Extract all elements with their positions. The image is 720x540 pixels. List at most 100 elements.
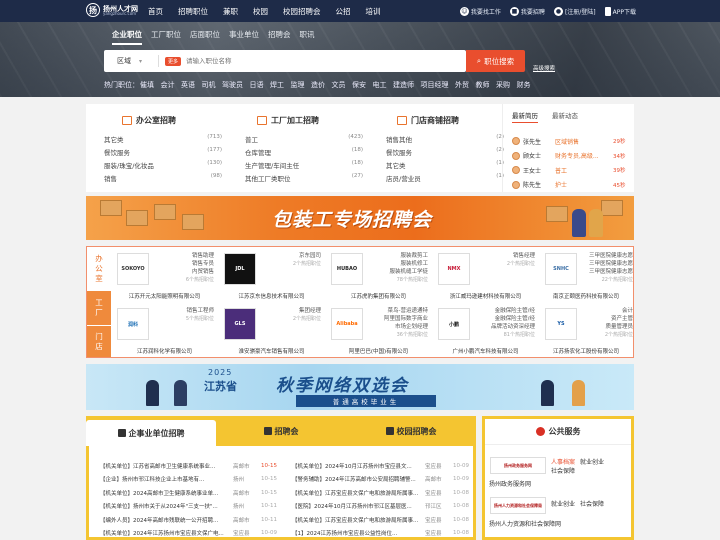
list-item[interactable]: 【机关单位】江苏宝应县文保广电和旅游局所属事... 宝应县 10-08 — [292, 513, 477, 527]
hot-job[interactable]: 司机 — [202, 80, 216, 90]
list-item[interactable]: 【医院】2024年10月江苏扬州市邗江区基层医... 邗江区 10-08 — [292, 500, 477, 514]
side-tab-office[interactable]: 办公室 — [87, 247, 111, 291]
category-item[interactable]: 其他工厂类职位 (27) — [245, 173, 363, 186]
category-item[interactable]: 服装/珠宝/化妆品 (130) — [104, 160, 222, 173]
company-card[interactable]: SOKOYO 销售助理 销售专员 内贸销售 6个热招职位 江苏开元太阳能照明有限公司 — [111, 247, 218, 302]
tab-enterprise[interactable]: 企业职位 — [112, 29, 142, 45]
category-item[interactable]: 其它类 (1) — [386, 160, 504, 173]
tab-institution-jobs[interactable]: 企事业单位招聘 — [86, 420, 216, 446]
hot-job[interactable]: 外贸 — [455, 80, 469, 90]
hot-job[interactable]: 采购 — [496, 80, 510, 90]
service-link[interactable]: 社会保障 — [580, 501, 604, 508]
hot-job[interactable]: 监理 — [291, 80, 305, 90]
category-title[interactable]: 门店商铺招聘 — [411, 115, 459, 126]
autumn-fair-banner[interactable]: 2025 江苏省 秋季网络双选会 普通高校毕业生 — [86, 364, 634, 410]
nav-campus-fair[interactable]: 校园招聘会 — [283, 6, 321, 17]
hot-job[interactable]: 财务 — [517, 80, 531, 90]
nav-training[interactable]: 培训 — [366, 6, 381, 17]
list-item[interactable]: 【警务辅助】2024年江苏高邮市公安局招聘辅警... 高邮市 10-09 — [292, 473, 477, 487]
service-link[interactable]: 就业创业 — [580, 459, 604, 466]
list-item[interactable]: 王女士 普工 39秒 — [512, 163, 632, 178]
gov-service-logo[interactable]: 扬州政务服务网 — [490, 457, 546, 474]
app-download-link[interactable]: APP下载 — [604, 6, 636, 16]
tab-latest-resume[interactable]: 最新简历 — [512, 110, 538, 123]
category-title[interactable]: 办公室招聘 — [136, 115, 176, 126]
tab-store[interactable]: 店面职位 — [190, 29, 220, 45]
advanced-search-link[interactable]: 高级搜索 — [533, 64, 555, 72]
category-item[interactable]: 普工 (423) — [245, 134, 363, 147]
category-item[interactable]: 店员/营业员 (1) — [386, 173, 504, 186]
list-item[interactable]: 陈先生 护士 45秒 — [512, 178, 632, 193]
company-card[interactable]: JDL 京东园司 2个热招职位 江苏京东信息技术有限公司 — [218, 247, 325, 302]
list-item[interactable]: 【机关单位】2024年10月江苏扬州市宝应县文... 宝应县 10-09 — [292, 459, 477, 473]
company-card[interactable]: SNHC 三甲医院健康志愿 三甲医院健康志愿 三甲医院健康志愿 22个热招职位 南京正… — [539, 247, 633, 302]
list-item[interactable]: 张先生 区域销售 29秒 — [512, 134, 632, 149]
category-item[interactable]: 生产管理/车间主任 (18) — [245, 160, 363, 173]
tab-factory[interactable]: 工厂职位 — [151, 29, 181, 45]
category-item[interactable]: 销售 (98) — [104, 173, 222, 186]
hot-job[interactable]: 驾驶员 — [222, 80, 243, 90]
tab-latest-news[interactable]: 最新动态 — [552, 110, 578, 123]
service-name[interactable]: 扬州政务服务网 — [489, 479, 531, 488]
nav-campus[interactable]: 校园 — [253, 6, 268, 17]
hot-job[interactable]: 造价 — [311, 80, 325, 90]
city-select[interactable]: 区域 ▾ — [104, 55, 159, 67]
list-item[interactable]: 【机关单位】扬州市关于从2024年"三支一扶"... 扬州 10-11 — [100, 500, 285, 514]
tab-campus-fair[interactable]: 校园招聘会 — [346, 416, 476, 446]
category-item[interactable]: 销售其他 (2) — [386, 134, 504, 147]
service-link[interactable]: 人事档案 — [551, 459, 575, 466]
company-card[interactable]: 润科 销售工程师 5个热招职位 江苏润科化学有限公司 — [111, 302, 218, 357]
hot-job[interactable]: 建造师 — [393, 80, 414, 90]
find-job-link[interactable]: ☺ 我要找工作 — [459, 6, 501, 16]
list-item[interactable]: 【机关单位】2024年江苏扬州市宝应县文保广电... 宝应县 10-09 — [100, 527, 285, 540]
login-link[interactable]: ● [注册/登陆] — [553, 6, 596, 16]
tab-job-fair[interactable]: 招聘会 — [268, 29, 291, 45]
hot-job[interactable]: 电工 — [373, 80, 387, 90]
side-tab-factory[interactable]: 工厂 — [87, 291, 111, 325]
hot-job[interactable]: 催填 — [140, 80, 154, 90]
company-card[interactable]: 小鹏 金融保险主管/经 金融保险主管/经 品牌活动资深经理 81个热招职位 广州小鹏汽… — [432, 302, 539, 357]
hot-job[interactable]: 日语 — [250, 80, 264, 90]
nav-home[interactable]: 首页 — [148, 6, 163, 17]
nav-jobs[interactable]: 招聘职位 — [178, 6, 208, 17]
list-item[interactable]: 顾女士 财务专员,高级... 34秒 — [512, 149, 632, 164]
list-item[interactable]: 【机关单位】2024高邮市卫生健康系统事业单... 高邮市 10-15 — [100, 486, 285, 500]
category-item[interactable]: 仓库管理 (18) — [245, 147, 363, 160]
hot-job[interactable]: 焊工 — [270, 80, 284, 90]
more-tag[interactable]: 更多 — [165, 56, 182, 66]
packaging-fair-banner[interactable]: 包装工专场招聘会 — [86, 196, 634, 240]
service-name[interactable]: 扬州人力资源和社会保障网 — [489, 519, 561, 528]
hot-job[interactable]: 教师 — [476, 80, 490, 90]
list-item[interactable]: 【企业】扬州市邗江科技企业上市基地有... 扬州 10-15 — [100, 473, 285, 487]
tab-job-fair[interactable]: 招聘会 — [216, 416, 346, 446]
company-card[interactable]: GLS 集团经理 2个热招职位 淮安骐豪汽车销售有限公司 — [218, 302, 325, 357]
category-item[interactable]: 其它类 (713) — [104, 134, 222, 147]
site-logo[interactable]: 扬 扬州人才网 yangzhourc.com — [86, 3, 138, 17]
hot-job[interactable]: 会计 — [161, 80, 175, 90]
hot-job[interactable]: 文员 — [332, 80, 346, 90]
search-input[interactable] — [186, 57, 427, 65]
company-card[interactable]: NMX 销售经理 2个热招职位 浙江威玛逊建材科技有限公司 — [432, 247, 539, 302]
hot-job[interactable]: 项目经理 — [421, 80, 449, 90]
list-item[interactable]: 【机关单位】江苏宝应县文保广电和旅游局所属事... 宝应县 10-08 — [292, 486, 477, 500]
list-item[interactable]: 【1】2024江苏扬州市宝应县公益性岗位... 宝应县 10-08 — [292, 527, 477, 540]
company-card[interactable]: Alibaba 菜鸟-营运递通特 阿里国际数字商业 市场企划经理 36个热招职位 阿里… — [325, 302, 432, 357]
hrss-logo[interactable]: 扬州人力资源和社会保障局 — [490, 497, 546, 514]
company-card[interactable]: HUBAO 服装裁剪工 服装机修工 服装机缝工学徒 78个热招职位 江苏虎豹集团有限公… — [325, 247, 432, 302]
hot-job[interactable]: 保安 — [352, 80, 366, 90]
category-title[interactable]: 工厂加工招聘 — [271, 115, 319, 126]
nav-public-recruit[interactable]: 公招 — [336, 6, 351, 17]
list-item[interactable]: 【机关单位】江苏省高邮市卫生健康系统事业... 高邮市 10-15 — [100, 459, 285, 473]
service-link[interactable]: 社会保障 — [551, 468, 575, 475]
side-tab-store[interactable]: 门店 — [87, 325, 111, 357]
company-card[interactable]: YS 会计 资产主管 质量管理员 2个热招职位 江苏扬农化工股份有限公司 — [539, 302, 633, 357]
tab-institution[interactable]: 事业单位 — [229, 29, 259, 45]
hire-link[interactable]: ■ 我要招聘 — [509, 6, 545, 16]
service-link[interactable]: 就业创业 — [551, 501, 575, 508]
list-item[interactable]: 【编外人员】2024年高邮市残联统一公开招聘... 高邮市 10-11 — [100, 513, 285, 527]
tab-news[interactable]: 职讯 — [300, 29, 315, 45]
category-item[interactable]: 餐饮服务 (177) — [104, 147, 222, 160]
nav-parttime[interactable]: 兼职 — [223, 6, 238, 17]
hot-job[interactable]: 英语 — [181, 80, 195, 90]
search-button[interactable]: ⌕ 职位搜索 — [466, 50, 525, 72]
